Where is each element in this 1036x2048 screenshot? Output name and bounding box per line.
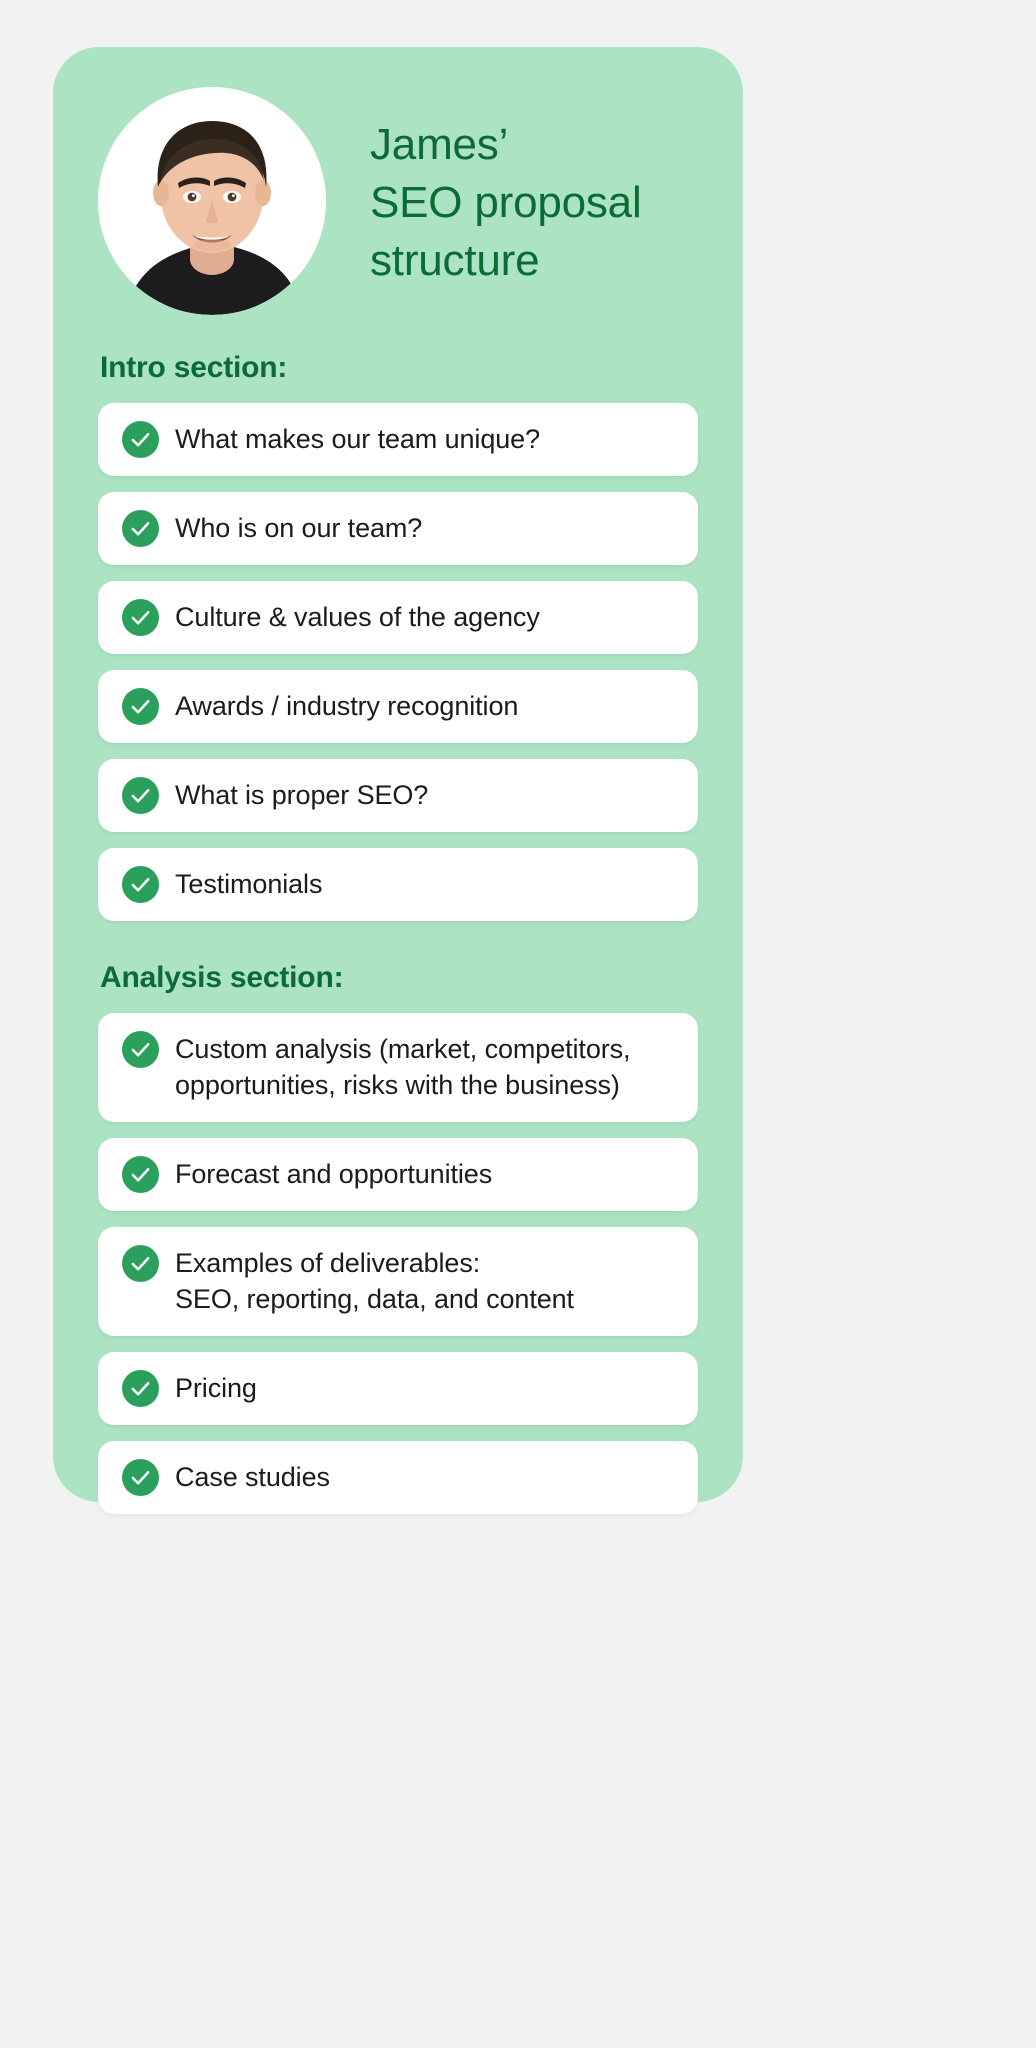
section-analysis: Analysis section: Custom analysis (marke… bbox=[98, 961, 698, 1514]
list-item[interactable]: Case studies bbox=[98, 1440, 698, 1514]
check-circle-icon bbox=[122, 599, 159, 636]
check-circle-icon bbox=[122, 688, 159, 725]
section-intro: Intro section: What makes our team uniqu… bbox=[98, 351, 698, 921]
check-circle-icon bbox=[122, 421, 159, 458]
list-item-label: Case studies bbox=[175, 1461, 330, 1492]
list-item-label: Who is on our team? bbox=[175, 513, 423, 543]
list-item-label: Forecast and opportunities bbox=[175, 1158, 493, 1189]
avatar-photo bbox=[98, 87, 326, 315]
check-circle-icon bbox=[122, 1244, 159, 1282]
list-item-label: Pricing bbox=[175, 1372, 257, 1403]
list-item[interactable]: Custom analysis (market, competitors, op… bbox=[98, 1013, 698, 1122]
proposal-card: James’ SEO proposal structure Intro sect… bbox=[53, 47, 743, 1514]
list-item[interactable]: Examples of deliverables: SEO, reporting… bbox=[98, 1226, 698, 1336]
list-item-label: Culture & values of the agency bbox=[175, 602, 540, 632]
list-item-label: Custom analysis (market, competitors, op… bbox=[175, 1034, 631, 1100]
list-item-label: Awards / industry recognition bbox=[175, 691, 519, 721]
list-item[interactable]: Culture & values of the agency bbox=[98, 581, 698, 654]
check-circle-icon bbox=[122, 866, 159, 903]
page-title: James’ SEO proposal structure bbox=[370, 119, 642, 286]
check-circle-icon bbox=[122, 777, 159, 814]
list-item-label: What makes our team unique? bbox=[175, 424, 540, 454]
list-item[interactable]: What is proper SEO? bbox=[98, 759, 698, 832]
list-item-label: Examples of deliverables: SEO, reporting… bbox=[175, 1247, 574, 1314]
card-header: James’ SEO proposal structure bbox=[53, 47, 743, 315]
list-item-label: What is proper SEO? bbox=[175, 780, 429, 810]
list-item[interactable]: Testimonials bbox=[98, 848, 698, 921]
section-heading-analysis: Analysis section: bbox=[100, 961, 344, 994]
check-circle-icon bbox=[122, 510, 159, 547]
list-item[interactable]: Forecast and opportunities bbox=[98, 1137, 698, 1211]
list-item[interactable]: Pricing bbox=[98, 1351, 698, 1425]
list-item[interactable]: What makes our team unique? bbox=[98, 403, 698, 476]
list-item[interactable]: Who is on our team? bbox=[98, 492, 698, 565]
avatar bbox=[98, 87, 326, 315]
check-circle-icon bbox=[122, 1369, 159, 1407]
check-circle-icon bbox=[122, 1031, 159, 1068]
section-heading-intro: Intro section: bbox=[100, 351, 288, 384]
list-item-label: Testimonials bbox=[175, 869, 323, 899]
sections-container: Intro section: What makes our team uniqu… bbox=[53, 351, 743, 1514]
check-circle-icon bbox=[122, 1155, 159, 1193]
check-circle-icon bbox=[122, 1458, 159, 1496]
list-item[interactable]: Awards / industry recognition bbox=[98, 670, 698, 743]
